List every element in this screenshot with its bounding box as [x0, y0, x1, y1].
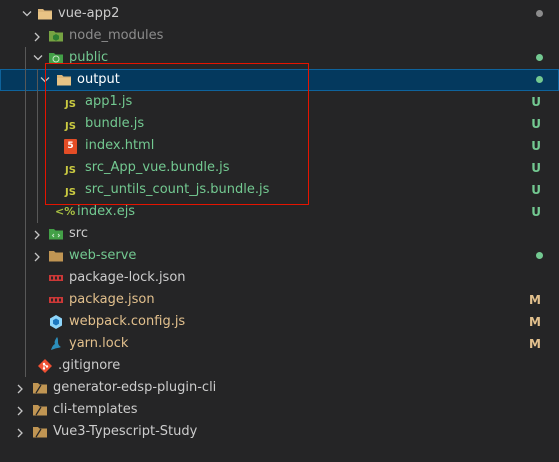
indent-guide: [45, 91, 46, 201]
indent-guide: [37, 69, 38, 223]
folder-icon: [48, 248, 64, 264]
chevron-right-icon[interactable]: [31, 25, 45, 47]
tree-item-package-json[interactable]: package.json M: [0, 289, 559, 311]
untracked-dot: [536, 252, 543, 259]
untracked-badge: U: [531, 183, 541, 197]
tree-item-src-app-vue-bundle-js[interactable]: JS src_App_vue.bundle.js U: [0, 157, 559, 179]
tree-item-label: bundle.js: [85, 116, 145, 131]
modified-dot: [536, 10, 543, 17]
tree-item-web-serve[interactable]: web-serve: [0, 245, 559, 267]
tree-item-output[interactable]: output: [0, 69, 559, 91]
tree-item-label: package.json: [69, 292, 155, 307]
tree-item-label: web-serve: [69, 248, 137, 263]
tree-item-webpack-config-js[interactable]: webpack.config.js M: [0, 311, 559, 333]
indent-guide: [25, 47, 26, 377]
chevron-right-icon[interactable]: [14, 421, 28, 443]
src-folder-icon: [48, 226, 64, 242]
tree-item-label: vue-app2: [58, 6, 120, 21]
chevron-right-icon[interactable]: [31, 245, 45, 267]
untracked-badge: U: [531, 139, 541, 153]
tree-item-node-modules[interactable]: node_modules: [0, 25, 559, 47]
tree-item-label: node_modules: [69, 28, 164, 43]
chevron-right-icon[interactable]: [31, 223, 45, 245]
tree-item-src[interactable]: src: [0, 223, 559, 245]
tree-item-label: output: [77, 72, 120, 87]
yarn-icon: [48, 336, 64, 352]
untracked-badge: U: [531, 161, 541, 175]
modified-badge: M: [529, 293, 541, 307]
node-folder-icon: [48, 28, 64, 44]
chevron-down-icon[interactable]: [20, 3, 34, 25]
tree-item-index-html[interactable]: 5 index.html U: [0, 135, 559, 157]
tree-item-label: cli-templates: [53, 402, 138, 417]
public-folder-icon: [48, 50, 64, 66]
folder-open-icon: [56, 72, 72, 88]
tree-item-public[interactable]: public: [0, 47, 559, 69]
tree-item-src-untils-count-js-bundle-js[interactable]: JS src_untils_count_js.bundle.js U: [0, 179, 559, 201]
tree-item-label: app1.js: [85, 94, 133, 109]
tree-item-yarn-lock[interactable]: yarn.lock M: [0, 333, 559, 355]
untracked-dot: [536, 54, 543, 61]
modified-badge: M: [529, 315, 541, 329]
untracked-badge: U: [531, 117, 541, 131]
tree-item-label: webpack.config.js: [69, 314, 186, 329]
tree-item-label: src_App_vue.bundle.js: [85, 160, 230, 175]
chevron-right-icon[interactable]: [14, 399, 28, 421]
chevron-down-icon[interactable]: [38, 69, 52, 91]
tree-item-vue-app2[interactable]: vue-app2: [0, 3, 559, 25]
tree-item-package-lock-json[interactable]: package-lock.json: [0, 267, 559, 289]
html5-icon: 5: [64, 139, 77, 154]
chevron-down-icon[interactable]: [31, 47, 45, 69]
explorer-tree: vue-app2 node_modules public output JS a…: [0, 3, 559, 443]
tree-item-bundle-js[interactable]: JS bundle.js U: [0, 113, 559, 135]
chevron-right-icon[interactable]: [14, 377, 28, 399]
untracked-dot: [536, 76, 543, 83]
tree-item-label: generator-edsp-plugin-cli: [53, 380, 217, 395]
tree-item-app1-js[interactable]: JS app1.js U: [0, 91, 559, 113]
npm-icon: [48, 270, 64, 286]
tree-item-label: src_untils_count_js.bundle.js: [85, 182, 270, 197]
untracked-badge: U: [531, 95, 541, 109]
tree-item-label: index.ejs: [77, 204, 136, 219]
folder-open-icon: [37, 6, 53, 22]
tree-item-label: src: [69, 226, 88, 241]
ejs-file-icon: <%: [55, 205, 76, 218]
folder-icon: [32, 402, 48, 418]
tree-item-label: index.html: [85, 138, 155, 153]
untracked-badge: U: [531, 205, 541, 219]
git-icon: [37, 358, 53, 374]
tree-item-gitignore[interactable]: .gitignore: [0, 355, 559, 377]
tree-item-generator-edsp-plugin-cli[interactable]: generator-edsp-plugin-cli: [0, 377, 559, 399]
npm-icon: [48, 292, 64, 308]
tree-item-label: Vue3-Typescript-Study: [53, 424, 198, 439]
tree-item-cli-templates[interactable]: cli-templates: [0, 399, 559, 421]
modified-badge: M: [529, 337, 541, 351]
tree-item-label: yarn.lock: [69, 336, 129, 351]
webpack-icon: [48, 314, 64, 330]
tree-item-label: .gitignore: [58, 358, 121, 373]
tree-item-label: public: [69, 50, 109, 65]
folder-icon: [32, 380, 48, 396]
tree-item-vue3-typescript-study[interactable]: Vue3-Typescript-Study: [0, 421, 559, 443]
tree-item-label: package-lock.json: [69, 270, 186, 285]
tree-item-index-ejs[interactable]: <% index.ejs U: [0, 201, 559, 223]
folder-icon: [32, 424, 48, 440]
